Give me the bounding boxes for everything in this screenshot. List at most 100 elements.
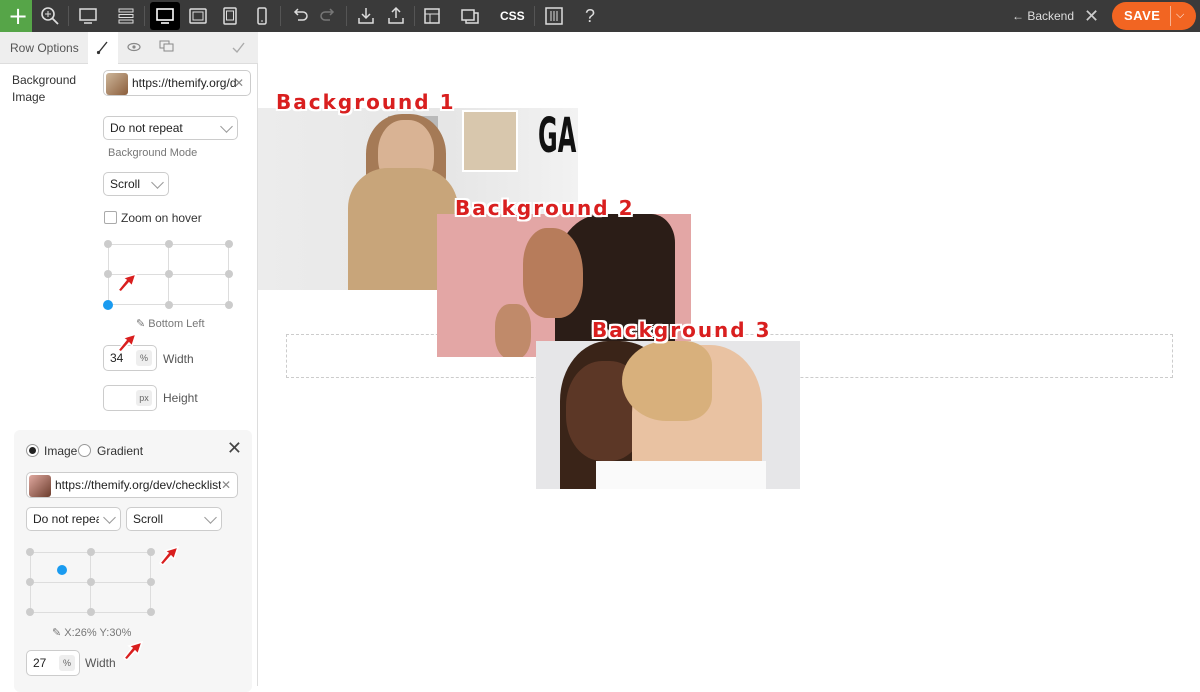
layer-position-bottom-right[interactable] xyxy=(147,608,155,616)
attachment-select-value: Scroll xyxy=(110,177,141,191)
layer-width-unit[interactable]: % xyxy=(59,655,75,671)
help-icon[interactable]: ? xyxy=(585,0,595,32)
backend-link[interactable]: ← Backend xyxy=(1012,0,1074,32)
layer-width-input[interactable]: 27 % xyxy=(26,650,80,676)
layer-position-top-center[interactable] xyxy=(87,548,95,556)
repeat-select[interactable]: Do not repeat xyxy=(103,116,238,140)
global-styles-icon[interactable] xyxy=(542,4,566,28)
zoom-on-hover-checkbox[interactable] xyxy=(104,211,117,224)
mobile-icon[interactable] xyxy=(250,4,274,28)
css-button[interactable]: CSS xyxy=(500,0,525,32)
layer-position-center-right[interactable] xyxy=(147,578,155,586)
position-top-right[interactable] xyxy=(225,240,233,248)
background-3-image xyxy=(536,341,800,489)
chevron-down-icon xyxy=(220,120,233,133)
chevron-down-icon xyxy=(103,511,116,524)
builder-toolbar: + CSS ? ← Backend ✕ SAVE ⌵ xyxy=(0,0,1200,32)
position-top-left[interactable] xyxy=(104,240,112,248)
layer-attachment-value: Scroll xyxy=(133,512,164,526)
annotation-arrow-icon xyxy=(158,545,180,565)
gradient-radio[interactable] xyxy=(78,444,91,457)
save-button[interactable]: SAVE ⌵ xyxy=(1112,2,1196,30)
panel-title[interactable]: Row Options xyxy=(10,32,79,64)
layer-image-url-text: https://themify.org/dev/checklist/v xyxy=(55,478,221,492)
zoom-on-hover-label: Zoom on hover xyxy=(121,211,202,225)
export-icon[interactable] xyxy=(384,4,408,28)
desktop-preview-icon[interactable] xyxy=(76,4,100,28)
tablet-landscape-icon[interactable] xyxy=(186,4,210,28)
layer-position-center-left[interactable] xyxy=(26,578,34,586)
layer-position-top-right[interactable] xyxy=(147,548,155,556)
position-bottom-right[interactable] xyxy=(225,301,233,309)
image-thumbnail xyxy=(29,475,51,497)
plus-icon: + xyxy=(8,2,29,30)
shirt xyxy=(596,461,766,489)
layer-attachment-select[interactable]: Scroll xyxy=(126,507,222,531)
image-radio[interactable] xyxy=(26,444,39,457)
position-bottom-left[interactable] xyxy=(103,300,113,310)
attachment-select[interactable]: Scroll xyxy=(103,172,169,196)
annotation-arrow-icon xyxy=(116,332,138,352)
layer-position-center[interactable] xyxy=(87,578,95,586)
background-image-url-field[interactable]: https://themify.org/d ✕ xyxy=(103,70,251,96)
position-center-left[interactable] xyxy=(104,270,112,278)
repeat-select-value: Do not repeat xyxy=(110,121,183,135)
duplicate-icon[interactable] xyxy=(458,4,482,28)
position-center[interactable] xyxy=(165,270,173,278)
layer-width-value: 27 xyxy=(33,656,47,670)
layer-position-label: ✎ X:26% Y:30% xyxy=(52,627,132,639)
chevron-down-icon[interactable]: ⌵ xyxy=(1176,2,1184,28)
position-top-center[interactable] xyxy=(165,240,173,248)
zoom-icon[interactable] xyxy=(38,4,62,28)
close-icon[interactable]: ✕ xyxy=(1084,0,1099,32)
layer-position-bottom-center[interactable] xyxy=(87,608,95,616)
close-icon[interactable]: ✕ xyxy=(227,438,242,459)
layers-icon[interactable] xyxy=(114,4,138,28)
tablet-portrait-icon[interactable] xyxy=(218,4,242,28)
toolbar-divider xyxy=(534,6,535,26)
width-label: Width xyxy=(163,352,194,366)
layer-custom-position-dot[interactable] xyxy=(57,565,67,575)
background-3-title: Background 3 xyxy=(592,318,772,342)
layer-position-top-left[interactable] xyxy=(26,548,34,556)
toolbar-divider xyxy=(346,6,347,26)
import-icon[interactable] xyxy=(354,4,378,28)
check-icon[interactable] xyxy=(223,32,253,64)
image-radio-label: Image xyxy=(44,444,78,458)
desktop-breakpoint-icon[interactable] xyxy=(150,2,180,30)
clear-icon[interactable]: ✕ xyxy=(234,71,244,95)
clear-icon[interactable]: ✕ xyxy=(221,473,231,497)
background-1-title: Background 1 xyxy=(276,90,456,114)
eye-icon[interactable] xyxy=(119,32,149,64)
panel-tabs: Row Options xyxy=(0,32,258,64)
redo-icon[interactable] xyxy=(316,4,340,28)
image-url-text: https://themify.org/d xyxy=(132,76,236,90)
brush-icon[interactable] xyxy=(88,32,118,64)
layer-repeat-value: Do not repea xyxy=(33,512,99,526)
annotation-arrow-icon xyxy=(116,272,138,292)
height-input[interactable]: px xyxy=(103,385,157,411)
layer-repeat-select[interactable]: Do not repea xyxy=(26,507,121,531)
gradient-radio-label: Gradient xyxy=(97,444,144,458)
row-options-panel: Row Options Background Image https://the… xyxy=(0,32,258,692)
position-center-right[interactable] xyxy=(225,270,233,278)
position-label: ✎ Bottom Left xyxy=(136,318,205,330)
layer-width-label: Width xyxy=(85,656,116,670)
hand xyxy=(495,304,531,357)
chevron-down-icon xyxy=(204,511,217,524)
position-bottom-center[interactable] xyxy=(165,301,173,309)
wall-lettering: GAL xyxy=(538,108,578,164)
save-divider xyxy=(1170,6,1171,26)
height-unit[interactable]: px xyxy=(136,390,152,406)
layer-position-bottom-left[interactable] xyxy=(26,608,34,616)
annotation-arrow-icon xyxy=(122,640,144,660)
width-unit[interactable]: % xyxy=(136,350,152,366)
background-image-label: Background Image xyxy=(12,73,77,104)
position-value: Bottom Left xyxy=(148,318,205,330)
add-module-button[interactable]: + xyxy=(0,0,32,32)
undo-icon[interactable] xyxy=(288,4,312,28)
responsive-icon[interactable] xyxy=(151,32,181,64)
layer-image-url-field[interactable]: https://themify.org/dev/checklist/v ✕ xyxy=(26,472,238,498)
layout-icon[interactable] xyxy=(420,4,444,28)
horse-picture xyxy=(462,110,518,172)
